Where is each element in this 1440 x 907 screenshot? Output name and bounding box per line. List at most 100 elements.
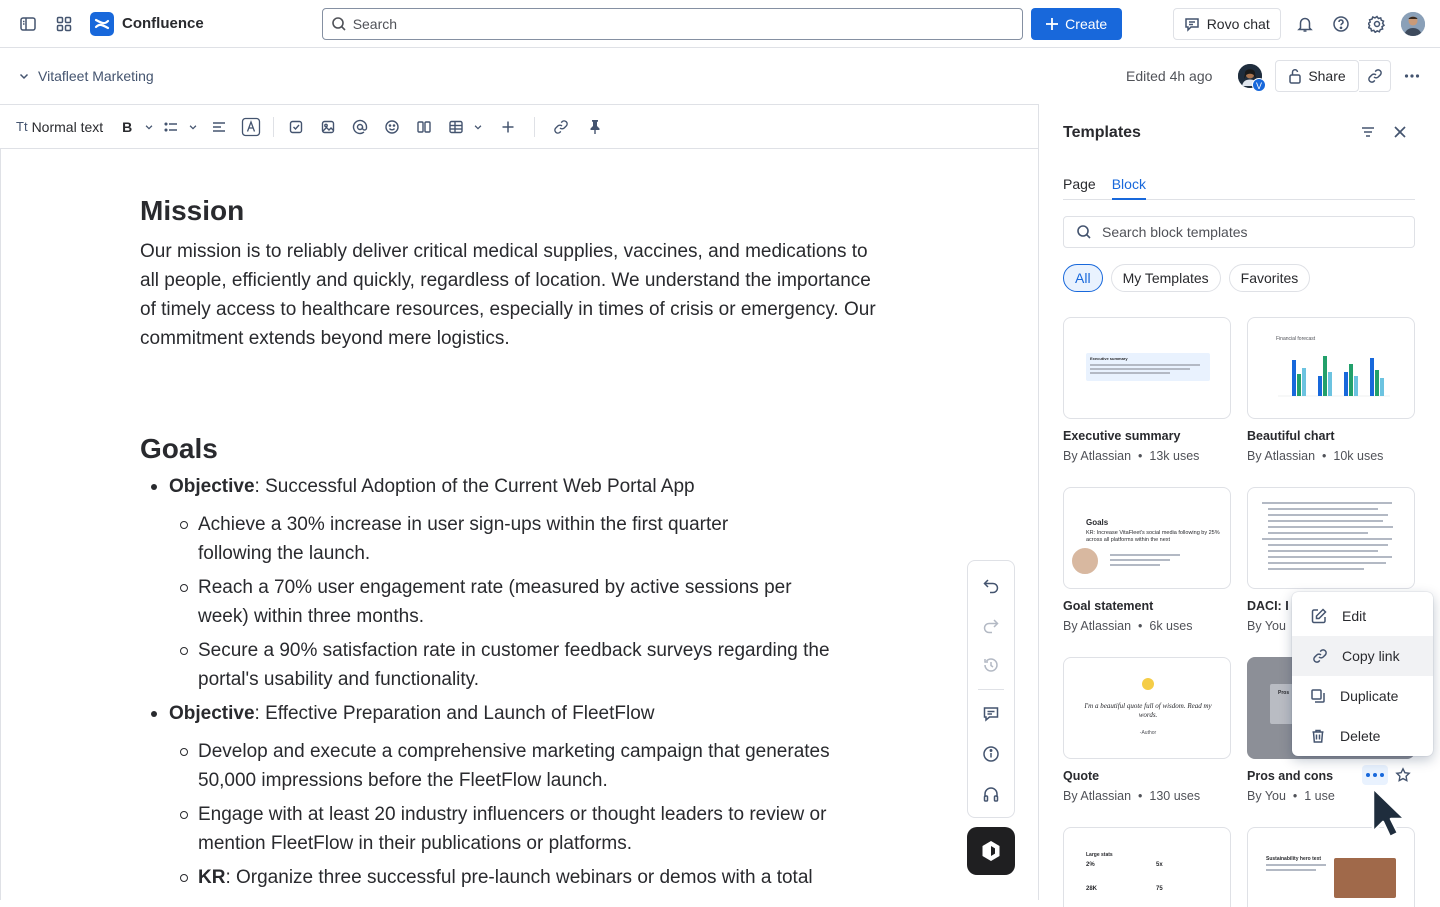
insert-plus-icon[interactable] xyxy=(494,113,522,141)
comment-icon[interactable] xyxy=(975,698,1007,730)
undo-icon[interactable] xyxy=(975,569,1007,601)
audio-headphones-icon[interactable] xyxy=(975,778,1007,810)
bullet-list-icon[interactable] xyxy=(157,113,185,141)
rovo-chat-label: Rovo chat xyxy=(1206,15,1270,32)
thumb-line xyxy=(1090,372,1170,374)
text-color-icon[interactable] xyxy=(237,113,265,141)
menu-item-duplicate[interactable]: Duplicate xyxy=(1292,676,1433,716)
list-item[interactable]: Reach a 70% user engagement rate (measur… xyxy=(140,573,830,631)
rovo-logo-icon xyxy=(979,839,1003,863)
mouse-cursor-icon xyxy=(1370,786,1408,840)
chevron-down-icon[interactable] xyxy=(185,113,201,141)
rovo-chat-button[interactable]: Rovo chat xyxy=(1172,7,1281,40)
collaborator-avatar[interactable]: V xyxy=(1236,62,1266,92)
template-meta: By Atlassian • 13k uses xyxy=(1063,449,1200,463)
close-icon[interactable] xyxy=(1384,116,1416,148)
template-meta: By Atlassian • 10k uses xyxy=(1247,449,1384,463)
thumb-line xyxy=(1268,508,1378,510)
thumb-line xyxy=(1268,532,1368,534)
menu-item-edit[interactable]: Edit xyxy=(1292,596,1433,636)
chip-my-templates[interactable]: My Templates xyxy=(1110,264,1221,292)
confluence-logo[interactable]: Confluence xyxy=(90,11,204,36)
link-icon xyxy=(1367,68,1383,84)
settings-gear-icon[interactable] xyxy=(1361,8,1393,40)
list-item[interactable]: Objective: Effective Preparation and Lau… xyxy=(140,699,900,728)
thumb-line xyxy=(1090,368,1190,370)
notifications-icon[interactable] xyxy=(1289,8,1321,40)
app-switcher-icon[interactable] xyxy=(48,8,80,40)
chevron-down-icon[interactable] xyxy=(470,113,486,141)
mission-paragraph[interactable]: Our mission is to reliably deliver criti… xyxy=(140,237,890,353)
chip-all[interactable]: All xyxy=(1063,264,1103,292)
template-search-input[interactable]: Search block templates xyxy=(1063,216,1415,248)
heading-goals[interactable]: Goals xyxy=(140,431,900,467)
help-icon[interactable] xyxy=(1325,8,1357,40)
filter-icon[interactable] xyxy=(1352,116,1384,148)
bold-button[interactable]: B xyxy=(113,113,141,141)
template-card[interactable]: Executive summary Executive summary By A… xyxy=(1063,317,1231,463)
template-card[interactable]: Goals KR: Increase VitaFleet's social me… xyxy=(1063,487,1231,633)
rovo-assistant-button[interactable] xyxy=(967,827,1015,875)
image-icon[interactable] xyxy=(314,113,342,141)
list-item[interactable]: Achieve a 30% increase in user sign-ups … xyxy=(140,510,762,568)
share-label: Share xyxy=(1308,68,1346,84)
template-uses: 1 use xyxy=(1304,789,1335,803)
mention-icon[interactable] xyxy=(346,113,374,141)
text-style-dropdown[interactable]: Tt Normal text xyxy=(16,113,109,141)
search-input[interactable]: Search xyxy=(321,7,1023,40)
text-style-icon: Tt xyxy=(16,119,28,134)
tab-block[interactable]: Block xyxy=(1111,176,1146,200)
user-avatar[interactable] xyxy=(1397,8,1429,40)
thumb-line xyxy=(1268,514,1388,516)
action-item-icon[interactable] xyxy=(282,113,310,141)
chat-icon xyxy=(1184,16,1200,32)
editor-canvas[interactable]: Mission Our mission is to reliably deliv… xyxy=(0,149,1038,900)
thumb-panel: Executive summary xyxy=(1086,353,1210,381)
more-actions-icon[interactable] xyxy=(1396,60,1428,92)
duplicate-icon xyxy=(1310,688,1326,704)
list-item[interactable]: Engage with at least 20 industry influen… xyxy=(140,800,880,858)
list-item[interactable]: KR: Organize three successful pre-launch… xyxy=(140,863,900,892)
tab-page[interactable]: Page xyxy=(1063,176,1096,200)
template-card[interactable]: Large stats 2% 5x 28K 75 xyxy=(1063,827,1231,907)
template-author: By Atlassian xyxy=(1063,449,1132,463)
search-placeholder: Search xyxy=(352,15,398,32)
document-body[interactable]: Mission Our mission is to reliably deliv… xyxy=(140,193,900,892)
template-more-actions-button[interactable] xyxy=(1362,765,1388,785)
thumb-stat: 75 xyxy=(1156,886,1163,892)
table-icon[interactable] xyxy=(442,113,470,141)
info-icon[interactable] xyxy=(975,738,1007,770)
template-card[interactable]: Financial forecast Beautiful chart By At… xyxy=(1247,317,1415,463)
copy-link-button[interactable] xyxy=(1359,60,1391,92)
chip-favorites[interactable]: Favorites xyxy=(1228,264,1311,292)
search-icon xyxy=(331,16,347,32)
share-button[interactable]: Share xyxy=(1275,60,1359,92)
list-item[interactable]: Objective: Successful Adoption of the Cu… xyxy=(140,472,900,501)
objective-label: Objective xyxy=(169,703,255,724)
redo-icon[interactable] xyxy=(975,609,1007,641)
menu-item-copy-link[interactable]: Copy link xyxy=(1292,636,1433,676)
sidebar-toggle-icon[interactable] xyxy=(12,8,44,40)
thumb-line xyxy=(1090,364,1200,366)
history-icon[interactable] xyxy=(975,649,1007,681)
menu-item-delete[interactable]: Delete xyxy=(1292,716,1433,756)
layout-columns-icon[interactable] xyxy=(410,113,438,141)
create-button[interactable]: Create xyxy=(1030,7,1122,40)
plus-icon xyxy=(1045,17,1059,31)
align-left-icon[interactable] xyxy=(205,113,233,141)
heading-mission[interactable]: Mission xyxy=(140,193,900,229)
panel-title: Templates xyxy=(1063,124,1141,141)
template-uses: 130 uses xyxy=(1149,789,1201,803)
space-breadcrumb[interactable]: Vitafleet Marketing xyxy=(18,68,154,84)
search-icon xyxy=(1076,224,1092,240)
list-item[interactable]: Develop and execute a comprehensive mark… xyxy=(140,737,880,795)
emoji-icon[interactable] xyxy=(378,113,406,141)
template-card[interactable]: I'm a beautiful quote full of wisdom. Re… xyxy=(1063,657,1231,803)
edited-status[interactable]: Edited 4h ago xyxy=(1126,68,1212,84)
link-icon[interactable] xyxy=(547,113,575,141)
chevron-down-icon[interactable] xyxy=(141,113,157,141)
pin-icon[interactable] xyxy=(581,113,609,141)
list-item[interactable]: Secure a 90% satisfaction rate in custom… xyxy=(140,636,880,694)
space-name: Vitafleet Marketing xyxy=(38,68,154,84)
menu-item-label: Edit xyxy=(1342,608,1367,624)
